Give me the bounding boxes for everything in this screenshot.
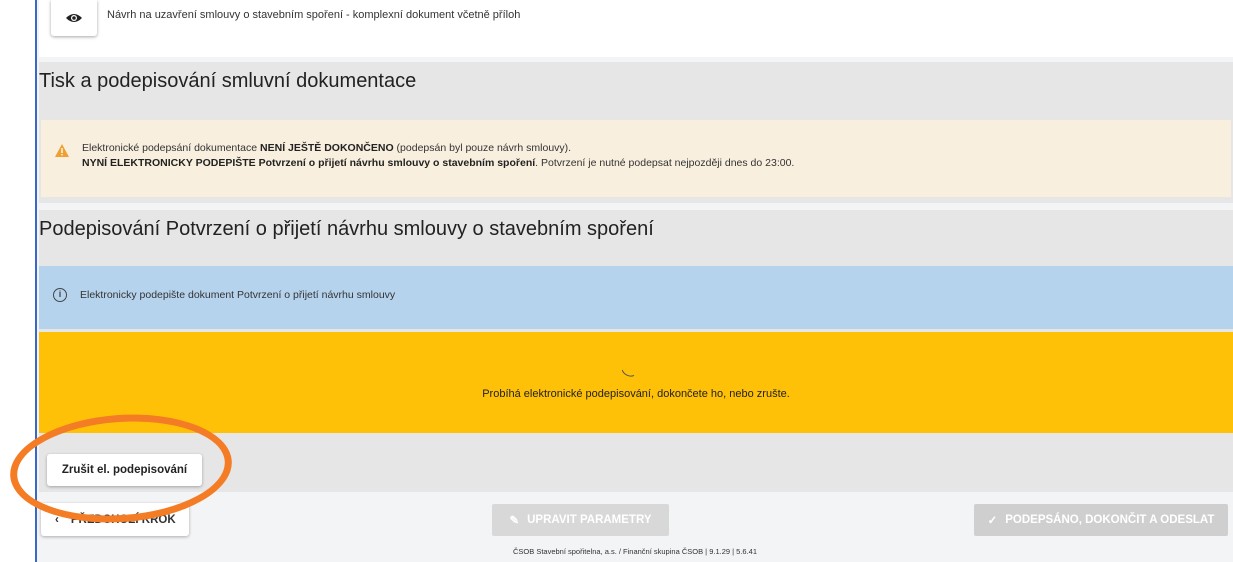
- info-icon: i: [53, 288, 67, 302]
- footer-text: ČSOB Stavební spořitelna, a.s. / Finančn…: [512, 547, 758, 556]
- print-section-title: Tisk a podepisování smluvní dokumentace: [39, 70, 417, 92]
- info-text: Elektronicky podepište dokument Potvrzen…: [80, 289, 396, 301]
- app-frame: Návrh na uzavření smlouvy o stavebním sp…: [35, 0, 1233, 562]
- cancel-signing-button[interactable]: Zrušit el. podepisování: [47, 454, 202, 486]
- checkmark-icon: ✓: [987, 515, 998, 527]
- print-section: Tisk a podepisování smluvní dokumentace …: [39, 62, 1233, 203]
- info-message: i Elektronicky podepište dokument Potvrz…: [39, 266, 1233, 329]
- loading-spinner-icon: [621, 366, 635, 380]
- warning-message: Elektronické podepsání dokumentace NENÍ …: [41, 120, 1231, 197]
- signing-progress-text: Probíhá elektronické podepisování, dokon…: [482, 388, 790, 400]
- eye-icon: [66, 14, 82, 22]
- finish-and-send-label: PODEPSÁNO, DOKONČIT A ODESLAT: [1005, 514, 1215, 526]
- sign-section-title: Podepisování Potvrzení o přijetí návrhu …: [39, 218, 654, 240]
- chevron-left-icon: ‹: [55, 513, 59, 526]
- signing-progress-panel: Probíhá elektronické podepisování, dokon…: [39, 332, 1233, 433]
- document-name: Návrh na uzavření smlouvy o stavebním sp…: [107, 9, 521, 21]
- edit-parameters-button[interactable]: ✎ UPRAVIT PARAMETRY: [492, 504, 669, 536]
- sign-section: Podepisování Potvrzení o přijetí návrhu …: [39, 210, 1233, 492]
- warning-triangle-icon: [55, 144, 69, 157]
- pencil-icon: ✎: [509, 515, 520, 527]
- edit-parameters-label: UPRAVIT PARAMETRY: [527, 514, 652, 526]
- document-row: Návrh na uzavření smlouvy o stavebním sp…: [39, 0, 1233, 57]
- previous-step-label: PŘEDCHOZÍ KROK: [70, 513, 176, 526]
- warning-line-2: NYNÍ ELEKTRONICKY PODEPIŠTE Potvrzení o …: [82, 157, 795, 169]
- warning-line-1: Elektronické podepsání dokumentace NENÍ …: [82, 142, 572, 154]
- preview-document-button[interactable]: [51, 0, 97, 36]
- previous-step-button[interactable]: ‹ PŘEDCHOZÍ KROK: [41, 503, 189, 536]
- finish-and-send-button[interactable]: ✓ PODEPSÁNO, DOKONČIT A ODESLAT: [974, 504, 1228, 536]
